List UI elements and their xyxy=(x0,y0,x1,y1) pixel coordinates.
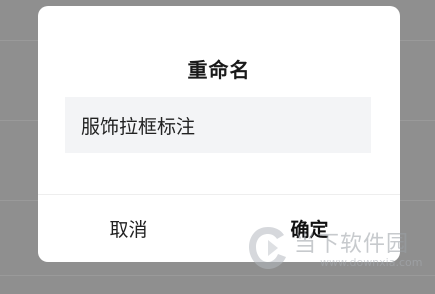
cancel-button[interactable]: 取消 xyxy=(38,195,219,262)
watermark: 当下软件园 www.downxia.com xyxy=(246,222,423,278)
dialog-title: 重命名 xyxy=(187,58,251,82)
watermark-logo-icon xyxy=(249,227,286,269)
rename-input[interactable] xyxy=(65,97,371,153)
watermark-url: www.downxia.com xyxy=(320,256,423,269)
watermark-site-name: 当下软件园 xyxy=(294,232,410,257)
